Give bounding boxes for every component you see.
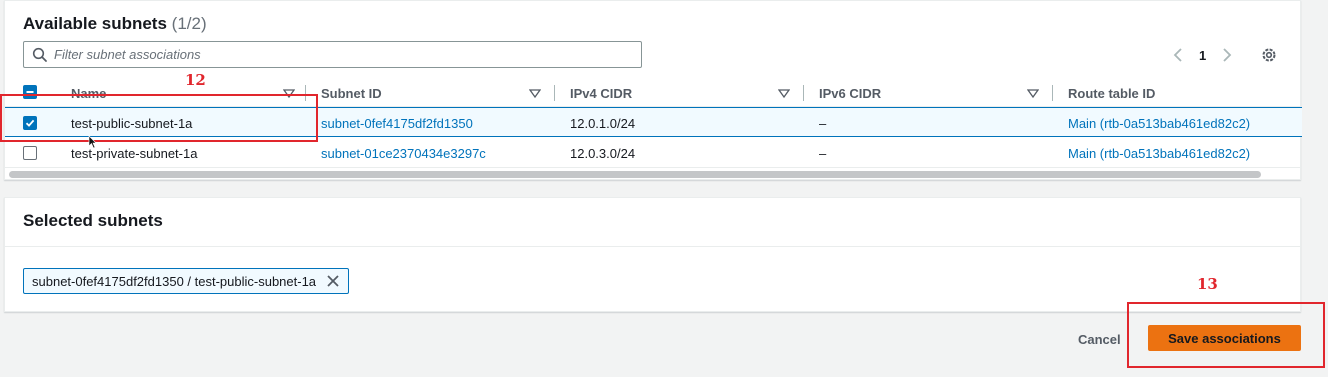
column-route-table-id[interactable]: Route table ID xyxy=(1068,79,1300,107)
available-subnets-panel: Available subnets (1/2) 1 xyxy=(4,0,1302,180)
annotation-number-13: 13 xyxy=(1197,275,1218,293)
table-row[interactable]: test-private-subnet-1a subnet-01ce237043… xyxy=(5,138,1302,168)
route-table-link[interactable]: Main (rtb-0a513bab461ed82c2) xyxy=(1068,108,1250,138)
ipv4-cidr: 12.0.3.0/24 xyxy=(570,145,636,161)
sort-icon xyxy=(529,89,541,99)
horizontal-scrollbar[interactable] xyxy=(9,171,1261,178)
divider xyxy=(5,246,1302,247)
available-subnets-title-text: Available subnets xyxy=(23,14,167,33)
ipv6-cidr: – xyxy=(819,115,827,131)
column-divider xyxy=(803,85,804,101)
selected-subnets-title: Selected subnets xyxy=(23,211,163,230)
chevron-right-icon xyxy=(1223,48,1232,62)
column-ipv6-cidr-label: IPv6 CIDR xyxy=(819,85,882,101)
cursor-icon xyxy=(88,135,97,149)
current-page[interactable]: 1 xyxy=(1199,48,1206,63)
sort-icon xyxy=(778,89,790,99)
search-icon xyxy=(32,47,47,62)
selected-subnets-panel: Selected subnets subnet-0fef4175df2fd135… xyxy=(4,197,1302,312)
previous-page-button[interactable] xyxy=(1171,46,1185,64)
filter-subnet-associations[interactable] xyxy=(23,41,642,68)
close-icon[interactable] xyxy=(326,274,340,288)
filter-input[interactable] xyxy=(54,44,634,65)
selected-subnet-token: subnet-0fef4175df2fd1350 / test-public-s… xyxy=(23,268,350,294)
column-subnet-id-label: Subnet ID xyxy=(321,85,382,101)
column-ipv4-cidr[interactable]: IPv4 CIDR xyxy=(570,79,802,107)
ipv4-cidr: 12.0.1.0/24 xyxy=(570,115,636,131)
column-ipv4-cidr-label: IPv4 CIDR xyxy=(570,85,633,101)
annotation-number-12: 12 xyxy=(185,71,206,89)
column-divider xyxy=(554,85,555,101)
subnet-id-link[interactable]: subnet-0fef4175df2fd1350 xyxy=(321,108,473,138)
route-table-link[interactable]: Main (rtb-0a513bab461ed82c2) xyxy=(1068,138,1250,168)
selected-subnet-token-text: subnet-0fef4175df2fd1350 / test-public-s… xyxy=(32,273,317,289)
ipv6-cidr: – xyxy=(819,145,827,161)
column-route-table-id-label: Route table ID xyxy=(1068,85,1156,101)
subnet-id-link[interactable]: subnet-01ce2370434e3297c xyxy=(321,138,486,168)
next-page-button[interactable] xyxy=(1220,46,1234,64)
annotation-box-13 xyxy=(1127,302,1325,368)
sort-icon xyxy=(1027,89,1039,99)
gear-icon[interactable] xyxy=(1260,46,1278,64)
chevron-left-icon xyxy=(1173,48,1182,62)
cancel-button[interactable]: Cancel xyxy=(1066,326,1133,352)
column-subnet-id[interactable]: Subnet ID xyxy=(321,79,553,107)
pagination: 1 xyxy=(1171,45,1234,65)
row-checkbox[interactable] xyxy=(23,146,37,160)
available-subnets-title: Available subnets (1/2) xyxy=(23,14,207,34)
selection-count: (1/2) xyxy=(171,14,207,33)
column-ipv6-cidr[interactable]: IPv6 CIDR xyxy=(819,79,1051,107)
column-divider xyxy=(1052,85,1053,101)
annotation-box-12 xyxy=(0,94,318,142)
